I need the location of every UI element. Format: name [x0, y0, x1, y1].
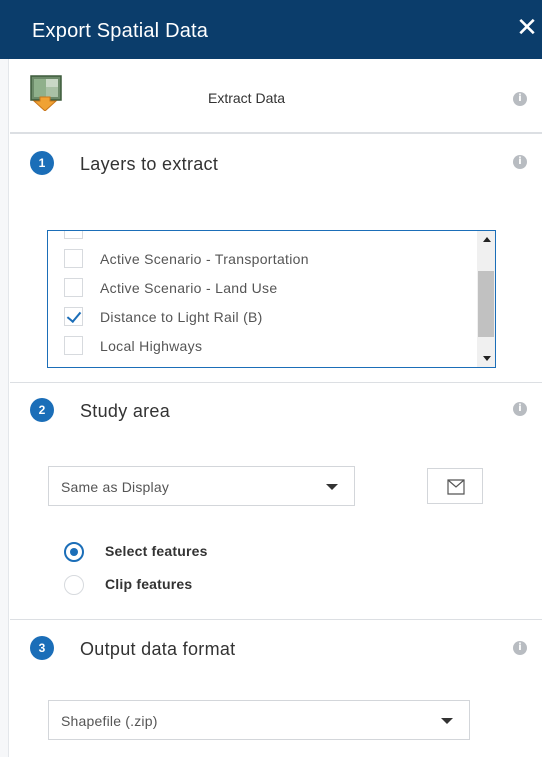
- layer-label: Distance to Light Rail (B): [100, 309, 263, 325]
- scroll-up-arrow-icon[interactable]: [483, 237, 491, 242]
- step-1-title: Layers to extract: [80, 154, 219, 174]
- step-layers-section: 1 Layers to extract i Active Scenario - …: [10, 136, 542, 383]
- layer-checkbox-checked[interactable]: [64, 307, 83, 326]
- study-area-value: Same as Display: [61, 479, 170, 495]
- extract-data-icon: [30, 75, 64, 112]
- extract-data-label: Extract Data: [208, 90, 286, 106]
- clip-features-radio[interactable]: [64, 575, 84, 595]
- output-format-select[interactable]: Shapefile (.zip): [48, 700, 470, 740]
- clip-features-label[interactable]: Clip features: [105, 576, 192, 592]
- layer-label: Active Scenario - Land Use: [100, 280, 278, 296]
- panel-title: Export Spatial Data: [32, 20, 209, 42]
- list-item[interactable]: [48, 231, 468, 245]
- extract-data-row: Extract Data i: [10, 59, 542, 134]
- layer-checkbox[interactable]: [64, 278, 83, 297]
- layer-checkbox[interactable]: [64, 336, 83, 355]
- step-3-badge: 3: [30, 636, 54, 660]
- scrollbar[interactable]: [477, 231, 495, 367]
- step-output-format-section: 3 Output data format i Shapefile (.zip): [10, 620, 542, 757]
- list-item[interactable]: Active Scenario - Land Use: [48, 273, 468, 303]
- output-format-value: Shapefile (.zip): [61, 713, 158, 729]
- draw-area-button[interactable]: [427, 468, 483, 504]
- layer-checkbox[interactable]: [64, 249, 83, 268]
- step-study-area-section: 2 Study area i Same as Display Select fe…: [10, 383, 542, 620]
- panel-left-edge: [0, 59, 9, 757]
- info-icon[interactable]: i: [513, 641, 527, 655]
- select-features-radio[interactable]: [64, 542, 84, 562]
- list-item[interactable]: Distance to Light Rail (B): [48, 302, 468, 332]
- step-2-title: Study area: [80, 401, 171, 421]
- scroll-down-arrow-icon[interactable]: [483, 356, 491, 361]
- list-item[interactable]: Local Highways: [48, 331, 468, 361]
- study-area-select[interactable]: Same as Display: [48, 466, 355, 506]
- info-icon[interactable]: i: [513, 92, 527, 106]
- select-features-label[interactable]: Select features: [105, 543, 208, 559]
- panel-header: Export Spatial Data ✕: [0, 0, 542, 59]
- step-3-title: Output data format: [80, 639, 236, 659]
- layer-list[interactable]: Active Scenario - Transportation Active …: [47, 230, 496, 368]
- layer-checkbox[interactable]: [64, 231, 83, 239]
- list-item[interactable]: Active Scenario - Transportation: [48, 244, 468, 274]
- step-2-badge: 2: [30, 398, 54, 422]
- scroll-thumb[interactable]: [478, 271, 494, 337]
- info-icon[interactable]: i: [513, 155, 527, 169]
- layer-label: Local Highways: [100, 338, 203, 354]
- chevron-down-icon: [441, 718, 453, 724]
- layer-label: Active Scenario - Transportation: [100, 251, 309, 267]
- envelope-draw-icon: [428, 479, 484, 509]
- close-icon[interactable]: ✕: [514, 14, 540, 40]
- chevron-down-icon: [326, 484, 338, 490]
- step-1-badge: 1: [30, 151, 54, 175]
- info-icon[interactable]: i: [513, 402, 527, 416]
